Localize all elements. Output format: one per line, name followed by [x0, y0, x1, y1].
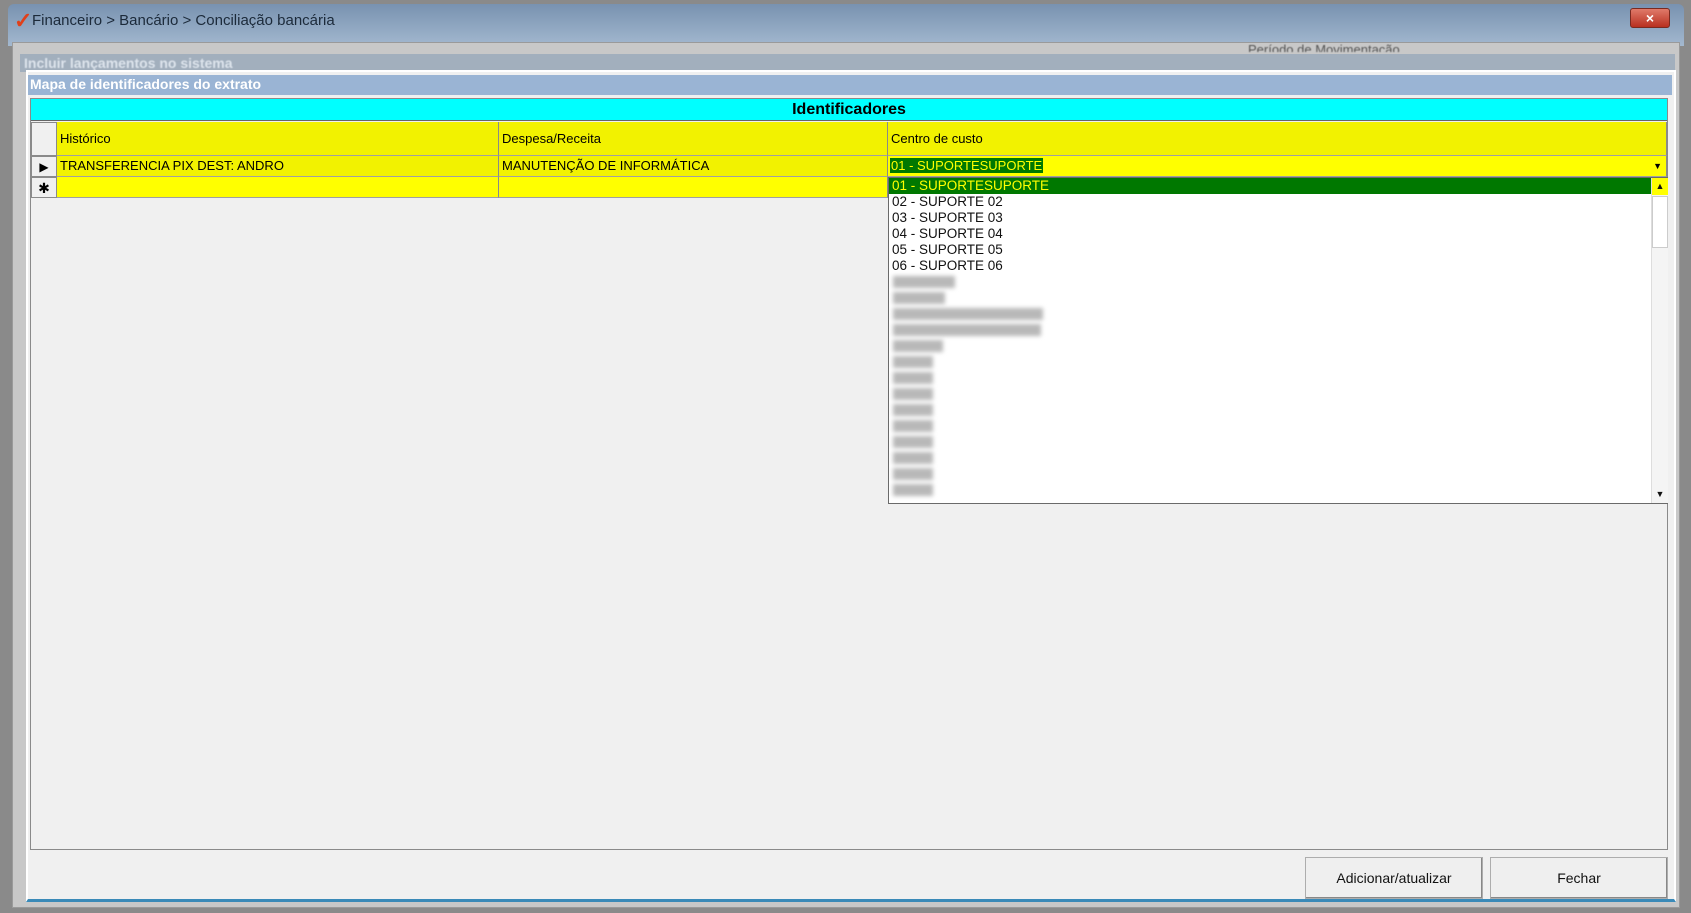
redacted-option[interactable]	[893, 404, 933, 416]
scrollbar-thumb[interactable]	[1652, 196, 1668, 248]
dropdown-option[interactable]: 04 - SUPORTE 04	[889, 226, 1651, 242]
dialog-title: Mapa de identificadores do extrato	[28, 75, 1672, 95]
dropdown-option[interactable]: 05 - SUPORTE 05	[889, 242, 1651, 258]
dropdown-option[interactable]: 06 - SUPORTE 06	[889, 258, 1651, 274]
centro-custo-dropdown-list[interactable]: 01 - SUPORTESUPORTE 02 - SUPORTE 02 03 -…	[888, 177, 1668, 504]
scroll-up-icon[interactable]: ▲	[1652, 178, 1668, 195]
redacted-option[interactable]	[893, 292, 945, 304]
column-header-centro-custo[interactable]: Centro de custo	[888, 122, 1667, 156]
close-window-button[interactable]: ×	[1630, 8, 1670, 28]
redacted-option[interactable]	[893, 468, 933, 480]
column-header-despesa-receita[interactable]: Despesa/Receita	[499, 122, 888, 156]
redacted-option[interactable]	[893, 372, 933, 384]
cell-despesa-receita[interactable]: MANUTENÇÃO DE INFORMÁTICA	[499, 156, 888, 177]
add-update-button[interactable]: Adicionar/atualizar	[1305, 857, 1483, 899]
combobox-value: 01 - SUPORTESUPORTE	[890, 158, 1044, 173]
redacted-option[interactable]	[893, 308, 1043, 320]
new-row-indicator[interactable]: ✱	[31, 177, 57, 198]
dropdown-option[interactable]: 01 - SUPORTESUPORTE	[889, 178, 1651, 194]
redacted-option[interactable]	[893, 452, 933, 464]
centro-custo-combobox[interactable]: 01 - SUPORTESUPORTE ▼	[888, 156, 1667, 177]
cell-historico[interactable]: TRANSFERENCIA PIX DEST: ANDRO	[57, 156, 499, 177]
app-logo-icon: ✓	[14, 8, 33, 33]
new-row-historico[interactable]	[57, 177, 499, 198]
redacted-option[interactable]	[893, 276, 955, 288]
redacted-option[interactable]	[893, 484, 933, 496]
close-button[interactable]: Fechar	[1490, 857, 1668, 899]
dropdown-option[interactable]: 02 - SUPORTE 02	[889, 194, 1651, 210]
redacted-option[interactable]	[893, 340, 943, 352]
new-row-despesa-receita[interactable]	[499, 177, 888, 198]
redacted-option[interactable]	[893, 324, 1041, 336]
window-title: Financeiro > Bancário > Conciliação banc…	[32, 12, 335, 29]
redacted-option[interactable]	[893, 420, 933, 432]
dropdown-option[interactable]: 03 - SUPORTE 03	[889, 210, 1651, 226]
redacted-option[interactable]	[893, 356, 933, 368]
current-row-indicator[interactable]: ▶	[31, 156, 57, 177]
column-header-historico[interactable]: Histórico	[57, 122, 499, 156]
dropdown-scrollbar[interactable]: ▲ ▼	[1651, 178, 1668, 503]
scroll-down-icon[interactable]: ▼	[1652, 486, 1668, 503]
grid-title: Identificadores	[31, 99, 1667, 121]
grid-corner	[31, 122, 57, 156]
chevron-down-icon[interactable]: ▼	[1653, 156, 1662, 176]
redacted-option[interactable]	[893, 436, 933, 448]
period-label: Período de Movimentação	[1248, 42, 1400, 52]
redacted-option[interactable]	[893, 388, 933, 400]
parent-dialog-title: Incluir lançamentos no sistema	[24, 55, 233, 71]
